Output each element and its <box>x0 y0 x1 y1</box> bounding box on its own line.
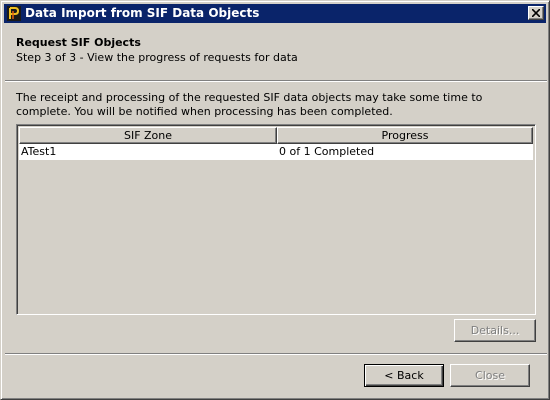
title-bar[interactable]: Data Import from SIF Data Objects <box>4 4 546 23</box>
table-row[interactable]: ATest1 0 of 1 Completed <box>19 144 533 160</box>
sif-zone-list[interactable]: SIF Zone Progress ATest1 0 of 1 Complete… <box>16 124 536 315</box>
details-button[interactable]: Details... <box>454 319 536 342</box>
list-header: SIF Zone Progress <box>19 127 533 144</box>
column-header-progress[interactable]: Progress <box>277 127 533 144</box>
close-button[interactable]: Close <box>450 364 530 387</box>
footer-divider <box>5 353 547 355</box>
step-subtitle: Step 3 of 3 - View the progress of reque… <box>16 51 298 64</box>
progress-cell: 0 of 1 Completed <box>279 145 375 158</box>
dialog-window: Data Import from SIF Data Objects Reques… <box>0 0 550 400</box>
header-divider <box>5 80 547 82</box>
wizard-header: Request SIF Objects Step 3 of 3 - View t… <box>5 24 547 80</box>
sif-zone-cell: ATest1 <box>21 145 57 158</box>
window-title: Data Import from SIF Data Objects <box>25 6 260 20</box>
column-header-sif-zone[interactable]: SIF Zone <box>19 127 277 144</box>
app-icon <box>7 6 21 21</box>
close-window-button[interactable] <box>528 6 544 20</box>
back-button[interactable]: < Back <box>364 364 444 387</box>
description-text: The receipt and processing of the reques… <box>16 91 483 118</box>
step-title: Request SIF Objects <box>16 36 141 49</box>
close-icon <box>532 9 540 17</box>
